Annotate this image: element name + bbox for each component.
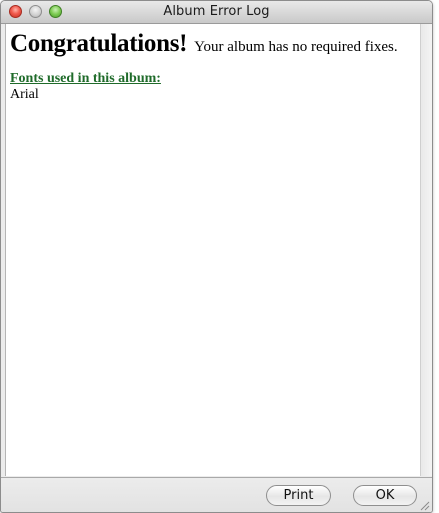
fonts-used-title: Fonts used in this album: [10,71,161,86]
print-button[interactable]: Print [266,485,331,506]
font-list-item: Arial [10,87,39,102]
congratulations-heading: Congratulations! [10,30,188,57]
button-bar: Print OK [1,477,432,512]
no-fixes-message: Your album has no required fixes. [194,39,398,55]
vertical-scrollbar[interactable] [420,24,432,476]
album-error-log-window: Album Error Log Congratulations! Your al… [0,0,433,513]
resize-grip-icon[interactable] [419,500,430,511]
error-log-content: Congratulations! Your album has no requi… [5,24,421,476]
window-title: Album Error Log [163,4,270,19]
ok-button[interactable]: OK [353,485,417,506]
title-bar[interactable]: Album Error Log [1,1,432,24]
result-heading: Congratulations! Your album has no requi… [10,30,398,58]
